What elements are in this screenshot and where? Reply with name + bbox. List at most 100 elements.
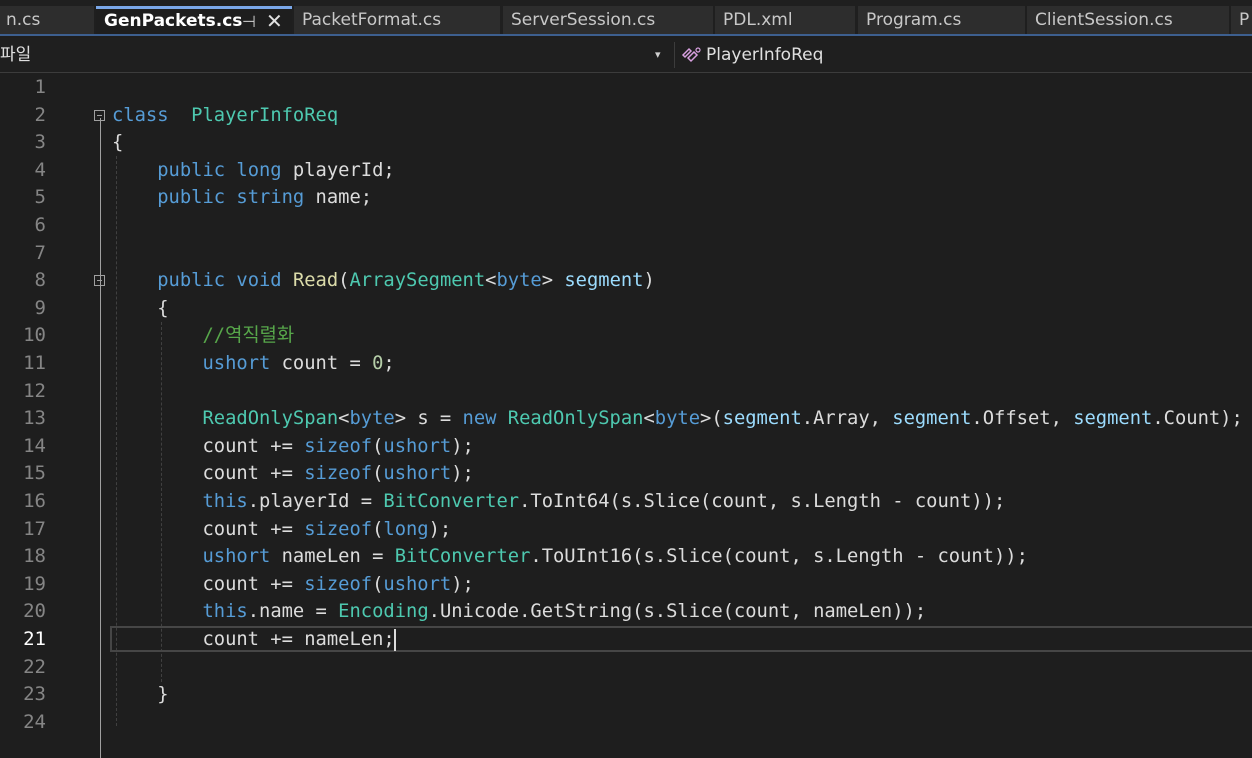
line-number: 24 bbox=[23, 710, 46, 733]
code-text: count += nameLen; bbox=[112, 626, 394, 654]
code-token: long bbox=[383, 518, 429, 540]
chevron-down-icon[interactable]: ▾ bbox=[655, 38, 661, 72]
code-line[interactable]: 12 bbox=[0, 378, 1252, 406]
member-dropdown[interactable]: PlayerInfoReq bbox=[680, 38, 823, 72]
code-line[interactable]: 7 bbox=[0, 240, 1252, 268]
code-token: < bbox=[485, 270, 497, 292]
code-token: ArraySegment bbox=[349, 270, 486, 292]
code-line[interactable]: 17 count += sizeof(long); bbox=[0, 516, 1252, 544]
code-token: ( bbox=[338, 270, 350, 292]
code-text: public string name; bbox=[112, 184, 372, 212]
code-token: { bbox=[112, 297, 169, 319]
code-line[interactable]: 21 count += nameLen; bbox=[0, 626, 1252, 654]
code-line[interactable]: 13 ReadOnlySpan<byte> s = new ReadOnlySp… bbox=[0, 405, 1252, 433]
code-token: < bbox=[643, 408, 655, 430]
tab-n-cs[interactable]: n.cs bbox=[0, 6, 94, 34]
tab-label: GenPackets.cs bbox=[104, 11, 243, 31]
line-number: 20 bbox=[23, 600, 46, 623]
collapse-icon[interactable] bbox=[94, 275, 105, 287]
code-token: PlayerInfoReq bbox=[191, 104, 339, 126]
tab-overflow[interactable]: P bbox=[1231, 6, 1252, 34]
code-token: ); bbox=[451, 435, 474, 457]
code-line[interactable]: 1 bbox=[0, 74, 1252, 102]
line-number: 14 bbox=[23, 434, 46, 457]
code-line[interactable]: 11 ushort count = 0; bbox=[0, 350, 1252, 378]
navigation-bar: 파일 ▾ PlayerInfoReq bbox=[0, 38, 1252, 73]
code-token: .playerId = bbox=[247, 491, 384, 512]
tab-clientsession-cs[interactable]: ClientSession.cs bbox=[1027, 6, 1229, 34]
code-text: count += sizeof(ushort); bbox=[112, 460, 473, 488]
code-token: .Array, bbox=[801, 408, 893, 430]
code-token: ) bbox=[643, 270, 655, 292]
code-line[interactable]: 3{ bbox=[0, 129, 1252, 157]
code-token: new bbox=[462, 408, 497, 430]
line-number: 11 bbox=[23, 352, 46, 374]
project-label: 파일 bbox=[0, 45, 32, 65]
code-line[interactable]: 14 count += sizeof(ushort); bbox=[0, 433, 1252, 461]
line-number: 6 bbox=[34, 214, 46, 236]
code-line[interactable]: 10 //역직렬화 bbox=[0, 322, 1252, 350]
code-token: ushort bbox=[383, 573, 452, 595]
tab-label: ClientSession.cs bbox=[1035, 10, 1173, 30]
tab-label: n.cs bbox=[6, 10, 41, 30]
code-line[interactable]: 18 ushort nameLen = BitConverter.ToUInt1… bbox=[0, 543, 1252, 571]
code-token: } bbox=[112, 684, 169, 706]
code-line[interactable]: 16 this.playerId = BitConverter.ToInt64(… bbox=[0, 488, 1252, 516]
code-token: < bbox=[338, 408, 350, 430]
code-token: nameLen = bbox=[270, 546, 395, 568]
project-dropdown[interactable]: 파일 bbox=[0, 38, 670, 72]
code-editor[interactable]: 1 2 class PlayerInfoReq 3{4 public long pla… bbox=[0, 74, 1252, 758]
tab-pdl-xml[interactable]: PDL.xml bbox=[715, 6, 855, 34]
code-token: public bbox=[157, 187, 226, 209]
code-token: name; bbox=[304, 187, 373, 209]
close-icon[interactable]: ✕ bbox=[266, 9, 283, 34]
tab-serversession-cs[interactable]: ServerSession.cs bbox=[503, 6, 713, 34]
code-line[interactable]: 24 bbox=[0, 709, 1252, 737]
code-token: ( bbox=[372, 573, 384, 595]
code-text: ushort count = 0; bbox=[112, 350, 394, 378]
code-token: > bbox=[541, 270, 565, 292]
code-line[interactable]: 22 bbox=[0, 654, 1252, 682]
collapse-icon[interactable] bbox=[94, 109, 105, 121]
code-token: count += bbox=[112, 573, 305, 595]
code-line[interactable]: 2 class PlayerInfoReq bbox=[0, 102, 1252, 130]
code-line[interactable]: 19 count += sizeof(ushort); bbox=[0, 571, 1252, 599]
code-text: //역직렬화 bbox=[112, 322, 294, 350]
document-tab-bar: n.cs GenPackets.cs ⊣ ✕ PacketFormat.cs S… bbox=[0, 0, 1252, 36]
code-token: this bbox=[202, 601, 248, 623]
code-line[interactable]: 6 bbox=[0, 212, 1252, 240]
code-line[interactable]: 15 count += sizeof(ushort); bbox=[0, 460, 1252, 488]
code-token: long bbox=[236, 159, 282, 181]
code-token: this bbox=[202, 491, 248, 512]
code-line[interactable]: 5 public string name; bbox=[0, 184, 1252, 212]
code-line[interactable]: 20 this.name = Encoding.Unicode.GetStrin… bbox=[0, 598, 1252, 626]
code-line[interactable]: 9 { bbox=[0, 295, 1252, 323]
code-token: .ToUInt16(s.Slice(count, s.Length - coun… bbox=[530, 546, 1028, 568]
tab-program-cs[interactable]: Program.cs bbox=[858, 6, 1025, 34]
code-token: segment bbox=[892, 408, 972, 430]
code-token: sizeof bbox=[304, 463, 373, 485]
code-token: ushort bbox=[202, 546, 271, 568]
code-token: ); bbox=[451, 573, 474, 595]
code-text: count += sizeof(ushort); bbox=[112, 571, 474, 599]
code-line[interactable]: 4 public long playerId; bbox=[0, 157, 1252, 185]
code-line[interactable]: 8 public void Read(ArraySegment<byte> se… bbox=[0, 267, 1252, 295]
code-line[interactable]: 23 } bbox=[0, 681, 1252, 709]
pin-icon[interactable]: ⊣ bbox=[242, 9, 256, 34]
tab-label: Program.cs bbox=[866, 10, 962, 30]
code-token: ReadOnlySpan bbox=[202, 408, 339, 430]
tab-genpackets-cs[interactable]: GenPackets.cs ⊣ ✕ bbox=[96, 6, 292, 34]
tab-label: PacketFormat.cs bbox=[302, 10, 442, 30]
line-number: 18 bbox=[23, 545, 46, 568]
tab-packetformat-cs[interactable]: PacketFormat.cs bbox=[294, 6, 500, 34]
code-text: } bbox=[112, 681, 169, 709]
code-text: count += sizeof(long); bbox=[112, 516, 451, 544]
